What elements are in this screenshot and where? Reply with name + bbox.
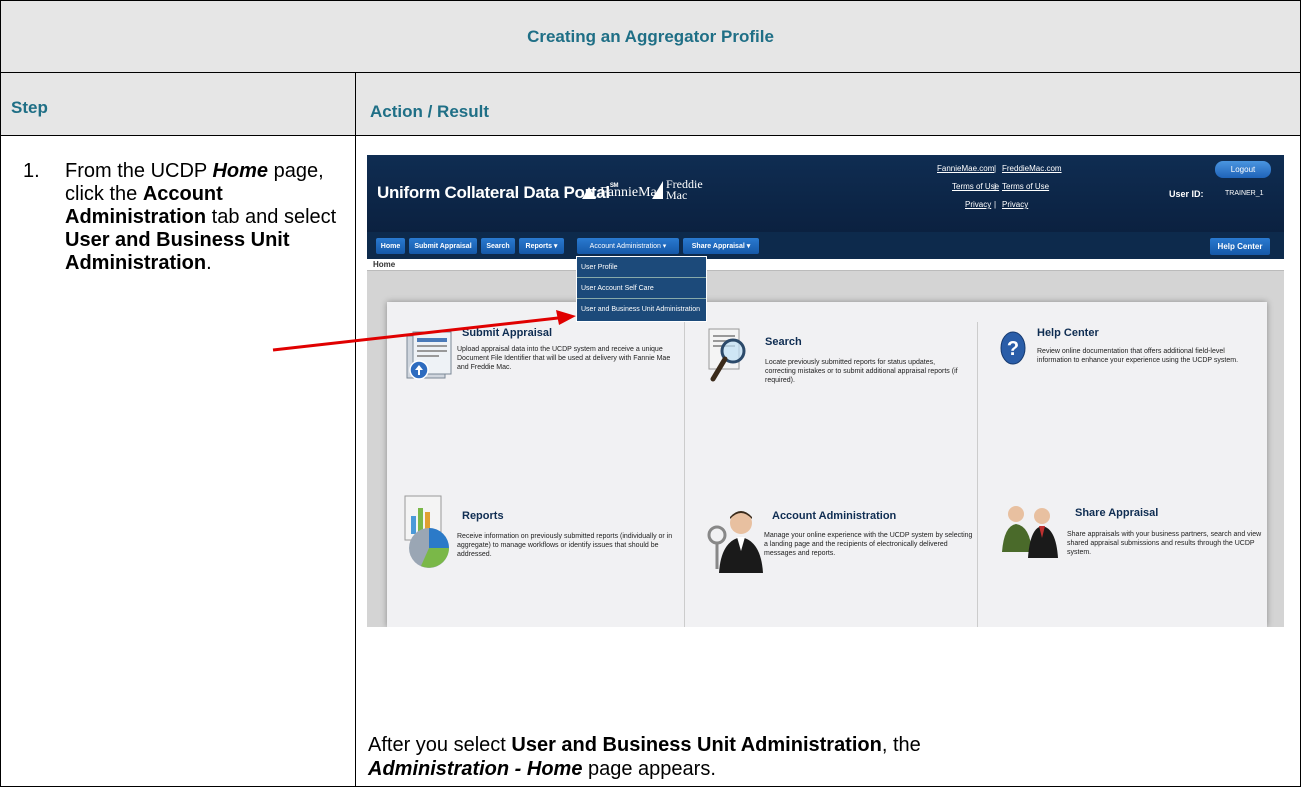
account-administration-icon	[707, 511, 763, 573]
portal-title-text: Uniform Collateral Data Portal	[377, 183, 610, 202]
ucdp-home-screenshot: Uniform Collateral Data PortalSM FannieM…	[367, 155, 1284, 627]
menu-item-user-account-self-care[interactable]: User Account Self Care	[577, 278, 706, 299]
result-text-5: page appears.	[582, 758, 716, 780]
result-text-user-business: User and Business Unit Administration	[511, 734, 882, 756]
freddie-mac-logo: Freddie Mac	[652, 178, 703, 202]
fannie-privacy-link[interactable]: Privacy	[965, 200, 991, 209]
fannie-terms-link[interactable]: Terms of Use	[952, 182, 999, 191]
step-text-5: tab and select	[206, 206, 337, 228]
step-number: 1.	[23, 160, 40, 182]
step-text-user-business: User and Business Unit Administration	[65, 229, 290, 274]
result-text-1: After you select	[368, 734, 512, 756]
submit-appraisal-desc: Upload appraisal data into the UCDP syst…	[457, 346, 671, 371]
fannie-mae-house-icon	[582, 187, 596, 199]
freddie-privacy-link[interactable]: Privacy	[1002, 200, 1028, 209]
step-column-header: Step	[11, 98, 48, 117]
tab-submit-appraisal[interactable]: Submit Appraisal	[409, 238, 477, 254]
freddie-mac-logo-text-2: Mac	[666, 188, 688, 202]
step-text-home: Home	[212, 160, 269, 182]
panel-divider	[684, 322, 685, 627]
home-panel: Submit Appraisal Upload appraisal data i…	[387, 302, 1267, 627]
menu-item-user-profile[interactable]: User Profile	[577, 257, 706, 278]
portal-header: Uniform Collateral Data PortalSM FannieM…	[367, 155, 1284, 232]
help-question-icon: ?	[1000, 331, 1026, 365]
account-administration-title[interactable]: Account Administration	[772, 510, 896, 522]
link-separator: |	[994, 182, 997, 191]
search-icon	[708, 328, 746, 382]
tab-account-administration[interactable]: Account Administration ▾	[577, 238, 679, 254]
result-description: After you select User and Business Unit …	[368, 733, 1268, 781]
column-divider	[355, 73, 356, 787]
freddie-terms-link[interactable]: Terms of Use	[1002, 182, 1049, 191]
user-id-label: User ID:	[1169, 189, 1204, 199]
table-header-row	[1, 73, 1300, 136]
link-separator: |	[994, 200, 997, 209]
account-admin-dropdown: User Profile User Account Self Care User…	[576, 256, 707, 322]
reports-title[interactable]: Reports	[462, 510, 504, 522]
fannie-mae-logo: FannieMae	[582, 185, 663, 201]
logout-button[interactable]: Logout	[1215, 161, 1271, 178]
result-text-admin-home: Administration - Home	[368, 758, 583, 780]
result-text-3: , the	[881, 734, 921, 756]
freddie-mac-roof-icon	[652, 181, 663, 199]
link-separator: |	[994, 164, 997, 173]
submit-appraisal-title[interactable]: Submit Appraisal	[462, 327, 552, 339]
user-id-value: TRAINER_1	[1225, 190, 1264, 197]
help-center-title[interactable]: Help Center	[1037, 327, 1099, 339]
search-desc: Locate previously submitted reports for …	[765, 359, 958, 384]
breadcrumb[interactable]: Home	[373, 260, 395, 269]
share-appraisal-title[interactable]: Share Appraisal	[1075, 507, 1158, 519]
step-text-1: From the UCDP	[65, 160, 213, 182]
reports-icon	[404, 495, 449, 568]
submit-appraisal-icon	[406, 331, 452, 380]
table-title: Creating an Aggregator Profile	[527, 26, 774, 46]
share-appraisal-icon	[1002, 506, 1058, 558]
search-title[interactable]: Search	[765, 336, 802, 348]
freddiemac-link[interactable]: FreddieMac.com	[1002, 164, 1062, 173]
menu-item-user-business-unit-admin[interactable]: User and Business Unit Administration	[577, 299, 706, 320]
step-text-7: .	[206, 252, 212, 274]
fanniemae-link[interactable]: FannieMae.com	[937, 164, 994, 173]
share-appraisal-desc: Share appraisals with your business part…	[1067, 531, 1262, 556]
panel-divider	[977, 322, 978, 627]
tab-home[interactable]: Home	[376, 238, 405, 254]
svg-text:?: ?	[1007, 338, 1019, 360]
action-column-header: Action / Result	[370, 102, 490, 121]
reports-desc: Receive information on previously submit…	[457, 533, 673, 558]
help-center-desc: Review online documentation that offers …	[1037, 348, 1239, 364]
breadcrumb-bar	[367, 259, 1284, 271]
table-title-row: Creating an Aggregator Profile	[1, 1, 1300, 73]
tab-share-appraisal[interactable]: Share Appraisal ▾	[683, 238, 759, 254]
step-body: From the UCDP Home page, click the Accou…	[65, 160, 347, 275]
account-administration-desc: Manage your online experience with the U…	[764, 532, 973, 557]
tab-search[interactable]: Search	[481, 238, 515, 254]
help-center-button[interactable]: Help Center	[1210, 238, 1270, 255]
tab-reports[interactable]: Reports ▾	[519, 238, 564, 254]
